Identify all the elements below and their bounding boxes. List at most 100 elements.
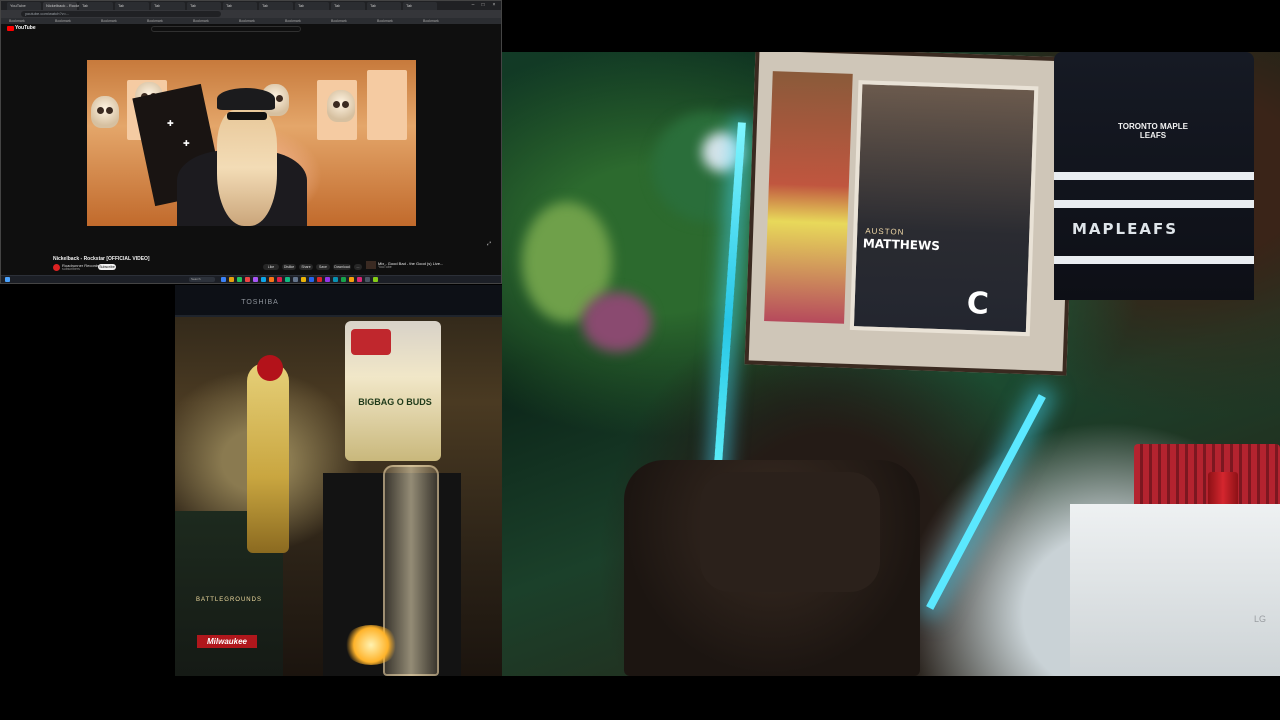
taskbar-app-icon[interactable] [245,277,250,282]
taskbar-app-icon[interactable] [277,277,282,282]
taskbar-app-icon[interactable] [317,277,322,282]
statue-figure [247,363,289,553]
minimize-button[interactable]: – [469,2,477,9]
poster-captain-letter: C [966,286,990,322]
video-action-button[interactable]: Like [263,264,279,270]
taskbar-app-icon[interactable] [341,277,346,282]
browser-tab[interactable]: Nickelback - Rockstar [43,2,85,10]
webcam-feed: AUSTON MATTHEWS C TORONTO MAPLE LEAFS MA… [502,52,1280,676]
poster-first-name: AUSTON [865,226,905,237]
video-action-button[interactable]: Download [333,264,351,270]
taskbar-app-icon[interactable] [269,277,274,282]
browser-tab[interactable]: Tab [331,2,365,10]
start-icon[interactable] [5,277,10,282]
browser-tab[interactable]: Tab [295,2,329,10]
browser-tab[interactable]: Tab [187,2,221,10]
browser-tab-label: Tab [118,3,125,8]
performer-beard [217,110,277,226]
jersey-logo: TORONTO MAPLE LEAFS [1118,122,1188,140]
browser-tab[interactable]: Tab [403,2,437,10]
youtube-search-input[interactable] [151,26,301,32]
cross-icon: ✚ [167,119,174,128]
browser-tab-label: YouTube [10,3,26,8]
screen-capture: YouTube Nickelback - Rockstar Tab Tab Tab Tab… [0,0,502,284]
channel-subscriber-count: subscribers [62,267,80,271]
video-action-button[interactable]: ... [354,264,362,270]
monitor: TOSHIBA [175,285,502,317]
browser-tab[interactable]: YouTube [7,2,41,10]
performer-hat [217,88,275,110]
browser-tab[interactable]: Tab [259,2,293,10]
jersey-stripe [1054,256,1254,264]
close-button[interactable]: × [490,2,498,9]
browser-tab-label: Tab [190,3,197,8]
taskbar-app-icon[interactable] [333,277,338,282]
jersey-stripe [1054,200,1254,208]
skull [327,90,355,122]
taskbar-app-icon[interactable] [229,277,234,282]
browser-tab[interactable]: Tab [79,2,113,10]
maximize-button[interactable]: □ [479,2,487,9]
rose [257,355,283,381]
poster-photo [849,80,1039,337]
bag-label [351,329,391,355]
wall-niche [367,70,407,140]
video-action-button[interactable]: Dislike [282,264,296,270]
taskbar-app-icon[interactable] [253,277,258,282]
jersey-wordmark: MAPLEAFS [1072,220,1178,238]
taskbar-app-icon[interactable] [285,277,290,282]
poster-art [764,71,853,324]
desk-camera-feed: TOSHIBA BATTLEGROUNDS Milwaukee BIGBAG O… [175,285,502,676]
video-title: Nickelback - Rockstar [OFFICIAL VIDEO] [53,256,150,262]
browser-tab[interactable]: Tab [151,2,185,10]
up-next-thumbnail[interactable] [366,261,376,269]
fridge-logo: LG [1254,614,1267,624]
video-action-button[interactable]: Share [299,264,313,270]
browser-tab-label: Tab [226,3,233,8]
browser-tab-label: Tab [154,3,161,8]
taskbar-app-icon[interactable] [261,277,266,282]
hockey-jersey: TORONTO MAPLE LEAFS MAPLEAFS [1054,52,1254,300]
video-action-button[interactable]: Save [316,264,330,270]
jersey-stripe [1054,172,1254,180]
taskbar-app-icon[interactable] [221,277,226,282]
taskbar-app-icon[interactable] [357,277,362,282]
stream-canvas: AUSTON MATTHEWS C TORONTO MAPLE LEAFS MA… [0,0,1280,720]
candle-glow [343,625,399,665]
browser-tab[interactable]: Tab [367,2,401,10]
browser-tab-label: Tab [82,3,89,8]
chair-back [700,472,880,592]
led-strip-2 [926,394,1046,610]
youtube-logo-text[interactable]: YouTube [15,25,36,31]
subscribe-button[interactable]: Subscribe [98,264,116,270]
box-brand-label: Milwaukee [197,635,257,648]
taskbar-app-icon[interactable] [293,277,298,282]
up-next-meta: YouTube [378,265,392,269]
taskbar-app-icon[interactable] [301,277,306,282]
taskbar-app-icon[interactable] [237,277,242,282]
video-player[interactable]: ✚ ✚ [87,60,416,226]
taskbar-app-icon[interactable] [309,277,314,282]
browser-tab-label: Tab [370,3,377,8]
monitor-brand: TOSHIBA [241,299,279,306]
taskbar-search-input[interactable]: Search [189,277,215,282]
taskbar-app-icon[interactable] [365,277,370,282]
expand-icon[interactable]: ⤢ [487,241,491,247]
taskbar-app-icon[interactable] [349,277,354,282]
browser-tab-label: Tab [334,3,341,8]
url-text: youtube.com/watch?v=... [25,11,70,16]
skull [91,96,119,128]
taskbar-app-icon[interactable] [325,277,330,282]
browser-tab[interactable]: Tab [115,2,149,10]
taskbar-app-icon[interactable] [373,277,378,282]
framed-poster: AUSTON MATTHEWS C [744,52,1078,376]
browser-tab[interactable]: Tab [223,2,257,10]
tapestry-glow-pink [582,292,652,352]
bag-title: BIGBAG O BUDS [358,397,432,407]
youtube-logo-icon[interactable] [7,26,14,31]
box-label: BATTLEGROUNDS [196,597,262,603]
mini-fridge [1070,504,1280,676]
channel-avatar[interactable] [53,264,60,271]
browser-tab-label: Tab [298,3,305,8]
cross-icon: ✚ [183,139,190,148]
